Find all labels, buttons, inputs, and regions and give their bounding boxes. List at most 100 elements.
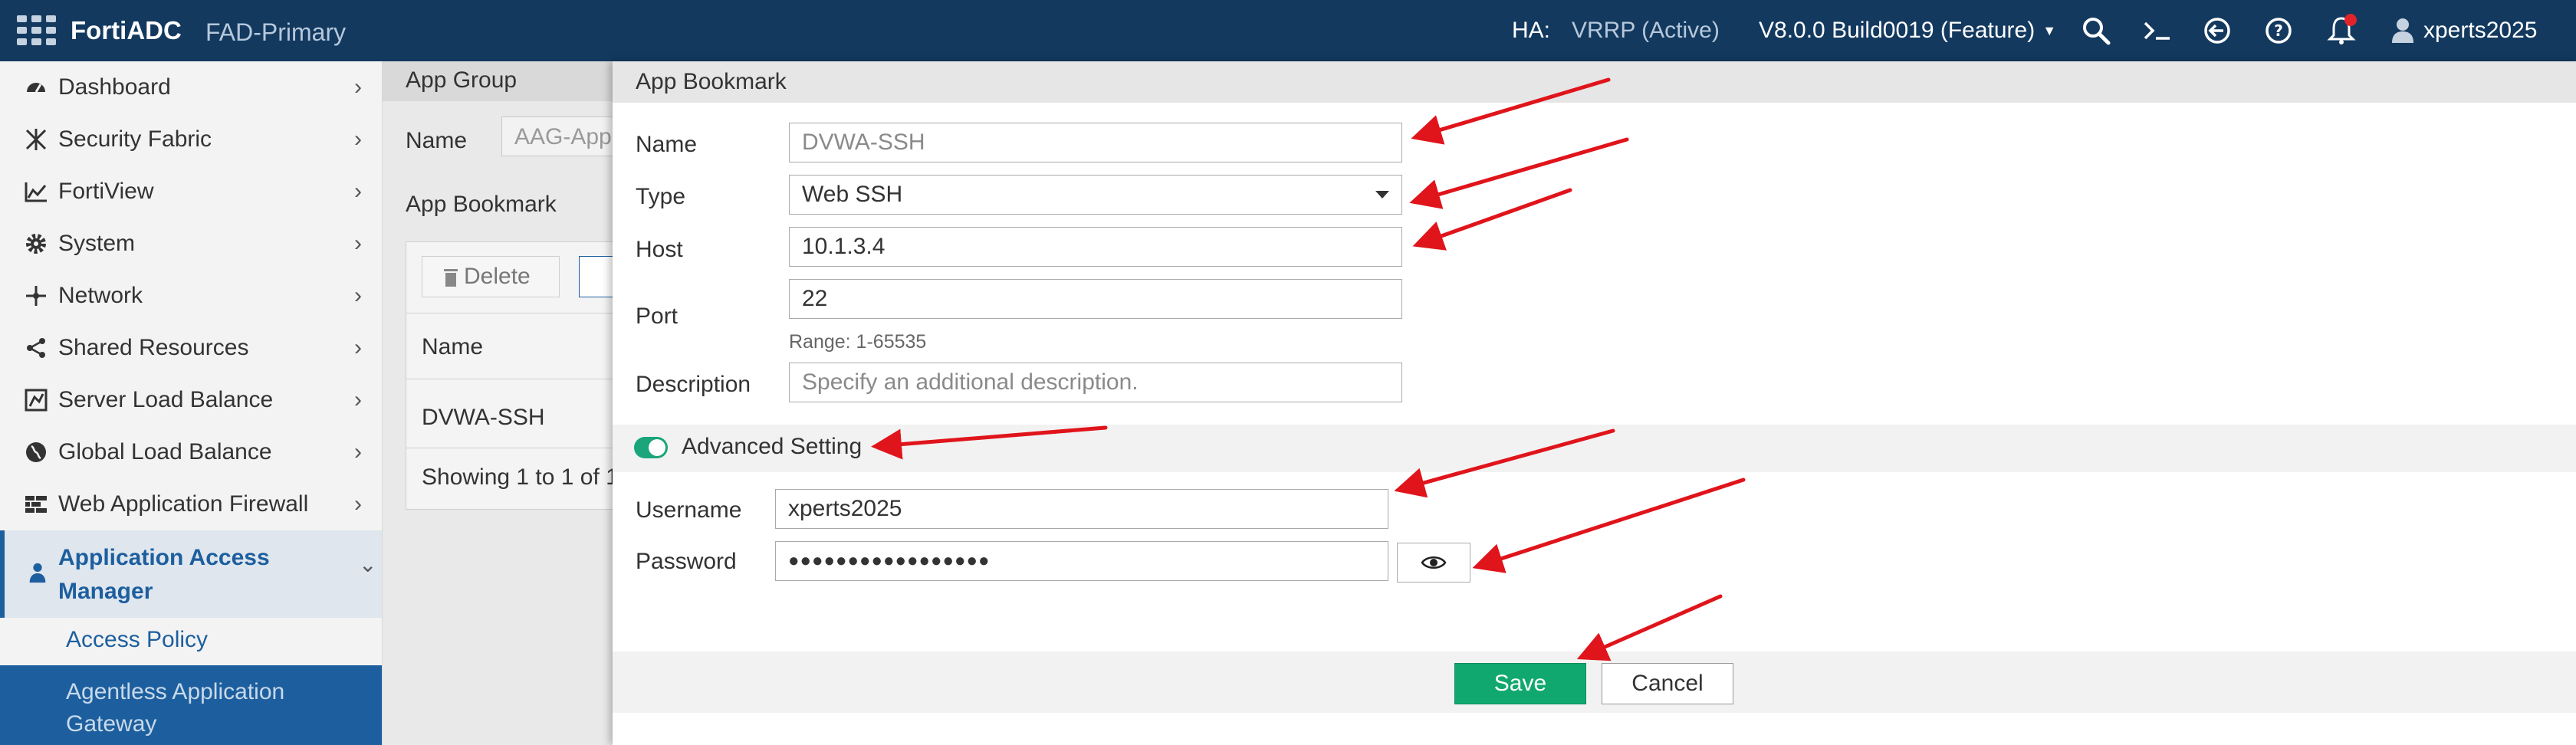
notification-badge bbox=[2344, 14, 2357, 26]
globe-icon bbox=[23, 439, 49, 465]
network-icon bbox=[23, 283, 49, 309]
ha-status: VRRP (Active) bbox=[1572, 18, 1720, 43]
type-value: Web SSH bbox=[802, 182, 903, 207]
trash-icon bbox=[444, 269, 458, 287]
sidebar-item-label: Application Access Manager bbox=[58, 541, 270, 609]
save-button[interactable]: Save bbox=[1454, 663, 1586, 704]
app-bookmark-table: Delete Name DVWA-SSH Showing 1 to 1 of 1 bbox=[406, 241, 640, 510]
type-label: Type bbox=[636, 184, 686, 209]
username-label: Username bbox=[636, 497, 742, 523]
delete-button[interactable]: Delete bbox=[422, 256, 560, 297]
sidebar-item-label: System bbox=[58, 231, 136, 256]
caret-down-icon bbox=[1375, 191, 1389, 199]
password-label: Password bbox=[636, 549, 737, 574]
brand-name: FortiADC bbox=[71, 16, 182, 44]
app-group-page: App Group Name AAG-App App Bookmark Dele… bbox=[383, 61, 640, 745]
user-icon bbox=[26, 561, 49, 588]
version-label: V8.0.0 Build0019 (Feature) bbox=[1759, 18, 2036, 43]
sidebar-item-global-load-balance[interactable]: Global Load Balance › bbox=[0, 426, 382, 478]
type-select[interactable]: Web SSH bbox=[789, 175, 1402, 215]
firewall-icon bbox=[23, 491, 49, 517]
sidebar-item-label: Shared Resources bbox=[58, 335, 249, 360]
show-password-button[interactable] bbox=[1397, 543, 1470, 583]
sidebar-item-web-application-firewall[interactable]: Web Application Firewall › bbox=[0, 478, 382, 530]
toggle-knob bbox=[649, 439, 665, 456]
delete-label: Delete bbox=[464, 264, 531, 289]
chevron-right-icon: › bbox=[354, 335, 362, 360]
user-icon[interactable] bbox=[2386, 14, 2420, 48]
name-field[interactable]: DVWA-SSH bbox=[789, 123, 1402, 162]
gear-icon bbox=[23, 231, 49, 257]
sidebar-item-dashboard[interactable]: Dashboard › bbox=[0, 61, 382, 113]
column-header-name: Name bbox=[422, 334, 484, 359]
logout-icon[interactable] bbox=[2200, 14, 2234, 48]
cancel-button[interactable]: Cancel bbox=[1602, 663, 1733, 704]
sidebar-item-label: FortiView bbox=[58, 179, 154, 204]
advanced-setting-label: Advanced Setting bbox=[682, 434, 863, 459]
password-field[interactable]: ●●●●●●●●●●●●●●●●● bbox=[775, 541, 1388, 581]
pagination-info: Showing 1 to 1 of 1 bbox=[422, 464, 619, 490]
sidebar-item-shared-resources[interactable]: Shared Resources › bbox=[0, 322, 382, 374]
host-label: Host bbox=[636, 237, 683, 262]
sidebar-item-label: Security Fabric bbox=[58, 126, 212, 152]
search-icon[interactable] bbox=[2079, 14, 2113, 48]
app-group-header: App Group bbox=[383, 61, 613, 101]
sidebar-subitem-agentless-application-gateway[interactable]: Agentless Application Gateway bbox=[0, 665, 382, 745]
sidebar-item-label: Web Application Firewall bbox=[58, 491, 309, 517]
host-field[interactable]: 10.1.3.4 bbox=[789, 227, 1402, 267]
chevron-right-icon: › bbox=[354, 231, 362, 256]
sidebar-item-label: Dashboard bbox=[58, 74, 171, 100]
label-line-1: Application Access bbox=[58, 545, 270, 570]
port-range-hint: Range: 1-65535 bbox=[789, 331, 927, 353]
description-label: Description bbox=[636, 372, 751, 397]
version-dropdown[interactable]: V8.0.0 Build0019 (Feature) ▼ bbox=[1759, 0, 2056, 61]
app-bookmark-section-label: App Bookmark bbox=[406, 192, 557, 217]
advanced-setting-section bbox=[613, 425, 2576, 472]
chevron-down-icon: ▼ bbox=[2042, 22, 2057, 38]
bell-icon[interactable] bbox=[2325, 14, 2358, 48]
fabric-icon bbox=[23, 126, 49, 153]
name-label: Name bbox=[636, 132, 698, 157]
sidebar-item-network[interactable]: Network › bbox=[0, 270, 382, 322]
sidebar-item-security-fabric[interactable]: Security Fabric › bbox=[0, 113, 382, 166]
user-menu[interactable]: xperts2025 bbox=[2423, 0, 2537, 61]
slb-icon bbox=[23, 387, 49, 413]
svg-text:?: ? bbox=[2274, 21, 2283, 40]
device-name: FAD-Primary bbox=[205, 18, 347, 46]
chevron-right-icon: › bbox=[354, 491, 362, 517]
dashboard-icon bbox=[23, 74, 49, 100]
sidebar-subitem-label: Agentless Application Gateway bbox=[66, 676, 284, 740]
app-group-title: App Group bbox=[406, 67, 518, 93]
username-field[interactable]: xperts2025 bbox=[775, 489, 1388, 529]
sidebar: Dashboard › Security Fabric › FortiView … bbox=[0, 61, 383, 745]
chevron-right-icon: › bbox=[354, 126, 362, 152]
port-field[interactable]: 22 bbox=[789, 279, 1402, 319]
description-field[interactable]: Specify an additional description. bbox=[789, 363, 1402, 402]
eye-icon bbox=[1421, 556, 1447, 569]
cli-icon[interactable] bbox=[2141, 14, 2174, 48]
label-line-1: Agentless Application bbox=[66, 679, 285, 704]
ha-label: HA: bbox=[1512, 18, 1551, 43]
table-row[interactable]: DVWA-SSH bbox=[422, 405, 545, 431]
port-label: Port bbox=[636, 304, 678, 329]
chevron-right-icon: › bbox=[354, 439, 362, 464]
chart-icon bbox=[23, 179, 49, 205]
top-bar: FortiADC FAD-Primary HA: VRRP (Active) V… bbox=[0, 0, 2576, 61]
sidebar-item-label: Global Load Balance bbox=[58, 439, 272, 464]
help-icon[interactable]: ? bbox=[2262, 14, 2295, 48]
sidebar-item-fortiview[interactable]: FortiView › bbox=[0, 166, 382, 218]
sidebar-item-server-load-balance[interactable]: Server Load Balance › bbox=[0, 374, 382, 426]
app-group-name-value: AAG-App bbox=[514, 124, 612, 149]
sidebar-item-system[interactable]: System › bbox=[0, 218, 382, 270]
fortinet-logo-icon bbox=[17, 15, 57, 46]
dialog-footer bbox=[613, 651, 2576, 713]
sidebar-item-application-access-manager[interactable]: Application Access Manager ⌄ bbox=[0, 530, 382, 618]
sidebar-subitem-access-policy[interactable]: Access Policy bbox=[66, 627, 208, 653]
name-label: Name bbox=[406, 128, 468, 153]
dialog-header: App Bookmark bbox=[613, 61, 2576, 103]
chevron-right-icon: › bbox=[354, 283, 362, 308]
chevron-down-icon: ⌄ bbox=[359, 553, 377, 576]
label-line-2: Manager bbox=[58, 579, 153, 604]
app-group-name-input[interactable]: AAG-App bbox=[501, 117, 616, 156]
advanced-setting-toggle[interactable] bbox=[634, 437, 668, 458]
